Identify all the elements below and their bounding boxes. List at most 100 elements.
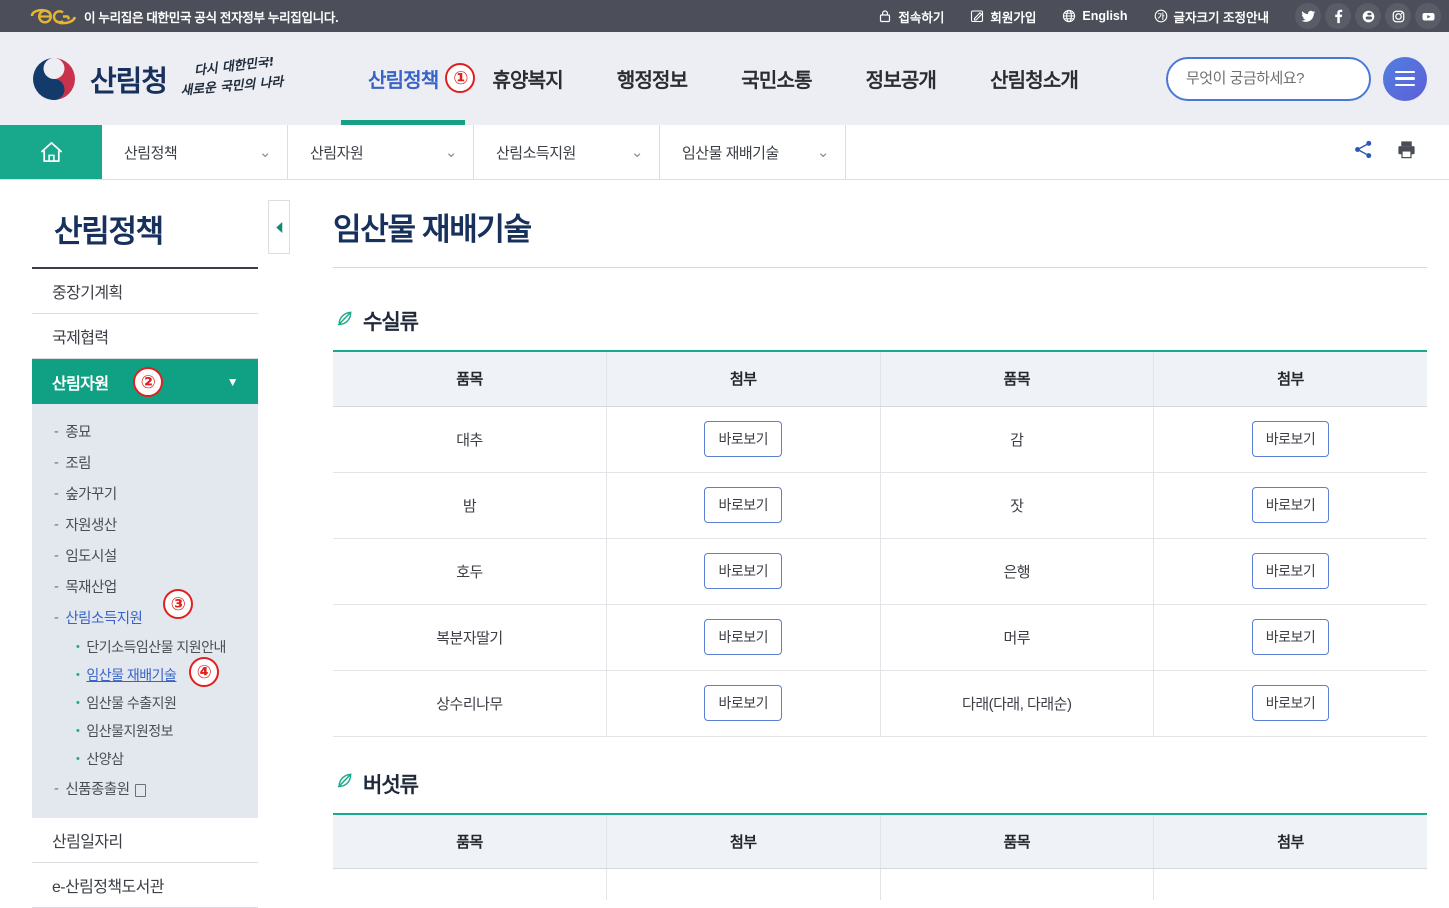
- dash-icon: -: [54, 485, 59, 502]
- sidebar-item-intl-cooperation[interactable]: 국제협력: [32, 314, 258, 359]
- nav-item-public-communication[interactable]: 국민소통: [714, 32, 838, 125]
- sidebar-subitem-income-support[interactable]: - 산림소득지원 ③: [32, 589, 258, 633]
- view-button[interactable]: 바로보기: [704, 685, 783, 721]
- home-icon[interactable]: [0, 125, 102, 179]
- cell-attachment: [1153, 868, 1427, 900]
- nav-item-recreation-welfare[interactable]: 휴양복지: [465, 32, 589, 125]
- hamburger-icon[interactable]: [1383, 56, 1427, 101]
- govbar-link-english[interactable]: English: [1062, 9, 1128, 23]
- cell-item-name: [333, 868, 607, 900]
- view-button[interactable]: 바로보기: [704, 421, 783, 457]
- dash-icon: -: [54, 516, 59, 533]
- page-title: 임산물 재배기술: [333, 204, 1427, 268]
- sidebar-item-midterm-plan[interactable]: 중장기계획: [32, 269, 258, 314]
- breadcrumb-item-forest-resources-label: 산림자원: [310, 144, 364, 162]
- sidebar-subitem-afforestation-label: 조림: [65, 456, 92, 472]
- table-row: 복분자딸기 바로보기 머루 바로보기: [333, 604, 1427, 671]
- share-icon[interactable]: [1353, 139, 1374, 165]
- sidebar-subitem-resource-production[interactable]: - 자원생산: [32, 509, 258, 540]
- view-button[interactable]: 바로보기: [1251, 421, 1330, 457]
- print-icon[interactable]: [1396, 139, 1417, 165]
- govbar-link-fontsize[interactable]: 가 글자크기 조정안내: [1154, 7, 1269, 26]
- bullet-icon: •: [76, 753, 80, 765]
- breadcrumb-item-forest-policy[interactable]: 산림정책 ⌄: [102, 125, 288, 179]
- breadcrumb-item-forest-policy-label: 산림정책: [124, 144, 178, 162]
- sidebar-item-e-library-label: e-산림정책도서관: [52, 879, 164, 896]
- sidebar-subitem-new-variety-application[interactable]: - 신품종출원: [32, 773, 258, 804]
- leaf-icon: [335, 309, 354, 334]
- government-slogan: 다시 대한민국! 새로운 국민의 나라: [179, 57, 297, 101]
- dash-icon: -: [54, 609, 59, 626]
- instagram-icon[interactable]: [1385, 3, 1411, 29]
- view-button[interactable]: 바로보기: [1251, 487, 1330, 523]
- view-button[interactable]: 바로보기: [704, 553, 783, 589]
- youtube-icon[interactable]: [1415, 3, 1441, 29]
- sidebar-subitem-new-variety-application-label: 신품종출원: [65, 782, 130, 798]
- sidebar-subitem-forest-tending[interactable]: - 숲가꾸기: [32, 478, 258, 509]
- sidebar-subsubitem-wild-ginseng[interactable]: • 산양삼: [46, 745, 258, 773]
- sidebar-subsubitem-export-support-label: 임산물 수출지원: [86, 695, 177, 711]
- site-logo[interactable]: 산림청: [30, 55, 168, 103]
- twitter-icon[interactable]: [1295, 3, 1321, 29]
- nav-item-info-disclosure[interactable]: 정보공개: [839, 32, 963, 125]
- globe-icon: [1062, 9, 1076, 23]
- view-button[interactable]: 바로보기: [1251, 685, 1330, 721]
- nav-item-about[interactable]: 산림청소개: [963, 32, 1105, 125]
- cell-item-name: [880, 868, 1154, 900]
- brand-name: 산림청: [90, 65, 168, 98]
- annotation-4: ④: [189, 657, 219, 687]
- govbar-link-access[interactable]: 접속하기: [878, 7, 944, 26]
- cell-attachment: 바로보기: [606, 406, 881, 473]
- govbar-link-access-label: 접속하기: [898, 10, 945, 25]
- cell-attachment: 바로보기: [1153, 604, 1427, 671]
- view-button[interactable]: 바로보기: [704, 487, 783, 523]
- sidebar-subitem-income-support-label: 산림소득지원: [65, 611, 143, 627]
- cell-item-name: 호두: [333, 538, 607, 605]
- breadcrumb-item-forest-resources[interactable]: 산림자원 ⌄: [288, 125, 474, 179]
- page-body: 산림정책 중장기계획 국제협력 산림자원 ② ▼ - 종묘 - 조림 - 숲가꾸…: [0, 180, 1449, 908]
- view-button[interactable]: 바로보기: [704, 619, 783, 655]
- sidebar-subitem-wood-industry[interactable]: - 목재산업: [32, 571, 258, 602]
- govbar-link-signup[interactable]: 회원가입: [970, 7, 1036, 26]
- facebook-icon[interactable]: [1325, 3, 1351, 29]
- main-content: 임산물 재배기술 수실류 품목 첨부 품목 첨부 대추 바로보기 감 바로보기 …: [290, 180, 1449, 900]
- sidebar-collapse-button[interactable]: [268, 200, 290, 254]
- sidebar-subsubitem-shortterm-guide[interactable]: • 단기소득임산물 지원안내: [46, 633, 258, 661]
- sidebar-subsubitem-cultivation-tech[interactable]: • 임산물 재배기술 ④: [46, 657, 258, 689]
- nav-item-forest-policy[interactable]: 산림정책 ①: [341, 32, 476, 125]
- table-fruits-head: 품목 첨부 품목 첨부: [333, 351, 1427, 407]
- sidebar-item-forest-jobs[interactable]: 산림일자리: [32, 818, 258, 863]
- sidebar-subsubitem-export-support[interactable]: • 임산물 수출지원: [46, 689, 258, 717]
- sidebar-item-forest-resources[interactable]: 산림자원 ② ▼: [32, 359, 258, 404]
- breadcrumb: 산림정책 ⌄ 산림자원 ⌄ 산림소득지원 ⌄ 임산물 재배기술 ⌄: [0, 125, 1449, 180]
- breadcrumb-item-income-support[interactable]: 산림소득지원 ⌄: [474, 125, 660, 179]
- view-button[interactable]: 바로보기: [1251, 553, 1330, 589]
- annotation-3: ③: [163, 589, 193, 619]
- sidebar-menu: 중장기계획 국제협력 산림자원 ② ▼ - 종묘 - 조림 - 숲가꾸기 - 자…: [32, 269, 258, 908]
- search-box[interactable]: [1166, 56, 1411, 101]
- nav-item-admin-info[interactable]: 행정정보: [590, 32, 714, 125]
- chevron-down-icon: ⌄: [816, 144, 830, 161]
- search-input[interactable]: [1186, 70, 1385, 87]
- dash-icon: -: [54, 780, 59, 797]
- external-link-icon: [134, 784, 146, 797]
- sidebar-item-e-library[interactable]: e-산림정책도서관: [32, 863, 258, 908]
- breadcrumb-item-cultivation-tech[interactable]: 임산물 재배기술 ⌄: [660, 125, 846, 179]
- dash-icon: -: [54, 423, 59, 440]
- nav-item-recreation-welfare-label: 휴양복지: [492, 70, 563, 92]
- section-title-mushrooms: 버섯류: [363, 773, 419, 797]
- cell-attachment: [606, 868, 881, 900]
- sidebar-subitem-forest-tending-label: 숲가꾸기: [65, 487, 117, 503]
- sidebar-subsubitem-support-info[interactable]: • 임산물지원정보: [46, 717, 258, 745]
- sidebar-subitem-afforestation[interactable]: - 조림: [32, 447, 258, 478]
- cell-item-name: 감: [880, 406, 1154, 473]
- site-header: 산림청 다시 대한민국! 새로운 국민의 나라 산림정책 ① 휴양복지 행정정보…: [0, 32, 1449, 125]
- sidebar-submenu: - 종묘 - 조림 - 숲가꾸기 - 자원생산 - 임도시설 - 목재산업 - …: [32, 404, 258, 818]
- cell-item-name: 다래(다래, 다래순): [880, 670, 1154, 737]
- table-row: 호두 바로보기 은행 바로보기: [333, 538, 1427, 605]
- sidebar-subitem-forest-road[interactable]: - 임도시설: [32, 540, 258, 571]
- blogger-icon[interactable]: [1355, 3, 1381, 29]
- view-button[interactable]: 바로보기: [1251, 619, 1330, 655]
- sidebar-subitem-seedling[interactable]: - 종묘: [32, 416, 258, 447]
- column-header-attachment-left: 첨부: [606, 813, 881, 869]
